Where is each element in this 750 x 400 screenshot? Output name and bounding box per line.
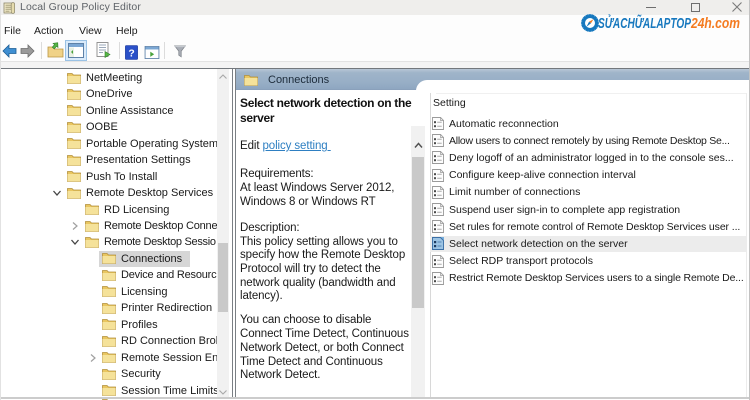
svg-text:24h.com: 24h.com [690, 15, 740, 32]
svg-text:SỬACHỮALAPTOP: SỬACHỮALAPTOP [598, 14, 692, 32]
svg-text:?: ? [128, 48, 134, 59]
